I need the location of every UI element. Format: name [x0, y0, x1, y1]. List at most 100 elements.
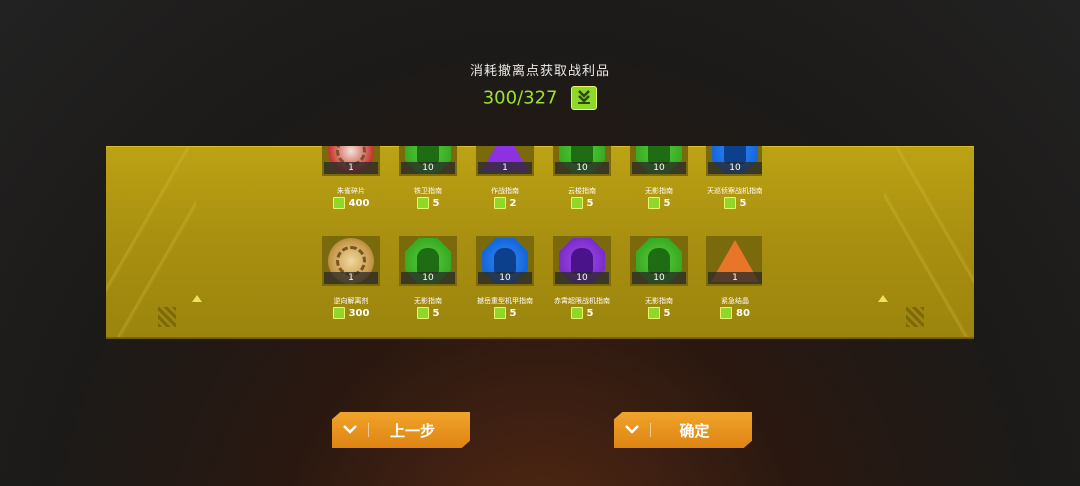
loot-item-name: 作战指南	[491, 187, 519, 195]
loot-item[interactable]: 10 赤霄超限战机指南 5	[553, 236, 611, 319]
loot-item-name: 无影指南	[645, 187, 673, 195]
evac-token-icon	[570, 197, 583, 209]
loot-item[interactable]: 10 天巡侦察战机指南 5	[706, 146, 762, 209]
loot-item-quantity: 10	[632, 272, 686, 284]
loot-item-cost: 5	[630, 197, 688, 209]
loot-item-quantity: 10	[478, 272, 532, 284]
confirm-button[interactable]: 确定	[614, 412, 752, 448]
evac-token-icon	[332, 307, 345, 319]
loot-item-cost-value: 5	[586, 198, 594, 209]
evac-token-icon	[570, 307, 583, 319]
loot-item-cost: 5	[399, 197, 457, 209]
loot-item[interactable]: 1 作战指南 2	[476, 146, 534, 209]
evac-token-icon	[493, 307, 506, 319]
loot-item-cost-value: 5	[432, 308, 440, 319]
loot-item-cost: 2	[476, 197, 534, 209]
loot-item-quantity: 10	[401, 162, 455, 174]
panel-divider	[106, 338, 974, 339]
panel-decoration-right	[884, 147, 974, 337]
loot-item-cost-value: 80	[736, 308, 750, 319]
loot-item-name: 云梭指南	[568, 187, 596, 195]
panel-decoration-left	[106, 147, 196, 337]
page-title: 消耗撤离点获取战利品	[469, 64, 610, 79]
loot-item-cost-value: 5	[739, 198, 747, 209]
loot-item[interactable]: 1 紧急结晶 80	[706, 236, 762, 319]
loot-item-icon-box: 10	[630, 236, 688, 286]
loot-item-quantity: 1	[324, 162, 378, 174]
loot-item[interactable]: 1 逆向解离剂 300	[322, 236, 380, 319]
loot-item-cost-value: 5	[432, 198, 440, 209]
loot-item-cost-value: 5	[586, 308, 594, 319]
loot-item-icon-box: 10	[399, 146, 457, 176]
loot-item-cost: 300	[322, 307, 380, 319]
loot-item[interactable]: 10 云梭指南 5	[553, 146, 611, 209]
scroll-right-indicator-icon	[878, 295, 888, 302]
loot-item-cost-value: 400	[348, 198, 370, 209]
evac-token-icon	[723, 197, 736, 209]
previous-step-label: 上一步	[389, 421, 435, 440]
evac-point-counter: 300/327	[0, 86, 1080, 110]
loot-item-icon-box: 1	[322, 236, 380, 286]
evac-token-icon	[720, 307, 733, 319]
loot-item-quantity: 10	[555, 162, 609, 174]
loot-item-cost-value: 5	[663, 308, 671, 319]
evac-token-icon	[647, 307, 660, 319]
loot-item-cost: 5	[553, 197, 611, 209]
chevron-down-icon	[332, 422, 368, 438]
loot-item-cost: 5	[630, 307, 688, 319]
loot-item-name: 天巡侦察战机指南	[707, 187, 762, 195]
loot-item[interactable]: 1 朱雀碎片 400	[322, 146, 380, 209]
loot-item-quantity: 1	[324, 272, 378, 284]
loot-item-icon-box: 10	[553, 236, 611, 286]
loot-item-icon-box: 10	[706, 146, 762, 176]
loot-item-cost: 80	[706, 307, 762, 319]
loot-item-quantity: 10	[708, 162, 762, 174]
loot-item[interactable]: 10 撼岳重型机甲指南 5	[476, 236, 534, 319]
loot-item-cost: 5	[553, 307, 611, 319]
loot-item-name: 逆向解离剂	[333, 297, 369, 305]
loot-item-icon-box: 1	[322, 146, 380, 176]
loot-item-name: 无影指南	[645, 297, 673, 305]
hazard-stripe-left	[158, 307, 176, 327]
loot-item-name: 赤霄超限战机指南	[554, 297, 610, 305]
loot-item[interactable]: 10 无影指南 5	[399, 236, 457, 319]
evac-token-icon	[332, 197, 345, 209]
loot-item-quantity: 1	[478, 162, 532, 174]
loot-item-name: 撼岳重型机甲指南	[477, 297, 533, 305]
scroll-left-indicator-icon	[192, 295, 202, 302]
loot-item-name: 铁卫指南	[414, 187, 442, 195]
evac-token-icon	[416, 197, 429, 209]
evac-point-count: 300/327	[482, 87, 558, 109]
loot-item-cost-value: 5	[663, 198, 671, 209]
hazard-stripe-right	[906, 307, 924, 327]
evac-token-icon	[571, 86, 598, 110]
loot-item-cost: 5	[706, 197, 762, 209]
loot-item-quantity: 10	[632, 162, 686, 174]
confirm-label: 确定	[679, 421, 710, 440]
loot-item-cost-value: 2	[509, 198, 517, 209]
loot-item-icon-box: 10	[630, 146, 688, 176]
loot-item-cost: 5	[476, 307, 534, 319]
loot-item-quantity: 1	[708, 272, 762, 284]
loot-item-icon-box: 10	[476, 236, 534, 286]
loot-item-icon-box: 1	[476, 146, 534, 176]
loot-item-name: 朱雀碎片	[337, 187, 365, 195]
loot-item-name: 无影指南	[414, 297, 442, 305]
loot-item[interactable]: 10 无影指南 5	[630, 236, 688, 319]
loot-item-quantity: 10	[401, 272, 455, 284]
loot-item-icon-box: 1	[706, 236, 762, 286]
loot-item-quantity: 10	[555, 272, 609, 284]
loot-item-name: 紧急结晶	[721, 297, 749, 305]
evac-token-icon	[493, 197, 506, 209]
loot-item-cost: 5	[399, 307, 457, 319]
evac-token-icon	[647, 197, 660, 209]
loot-item[interactable]: 10 铁卫指南 5	[399, 146, 457, 209]
loot-grid[interactable]: 1 朱雀碎片 400 10 铁卫指南 5 1 作战指南 2 10 云梭指南 5 10 无影指南 5 10 天巡侦…	[322, 146, 762, 336]
loot-item-cost-value: 5	[509, 308, 517, 319]
loot-item-icon-box: 10	[399, 236, 457, 286]
loot-item[interactable]: 10 无影指南 5	[630, 146, 688, 209]
loot-item-cost-value: 300	[348, 308, 370, 319]
previous-step-button[interactable]: 上一步	[332, 412, 470, 448]
loot-item-cost: 400	[322, 197, 380, 209]
chevron-down-icon	[614, 422, 650, 438]
